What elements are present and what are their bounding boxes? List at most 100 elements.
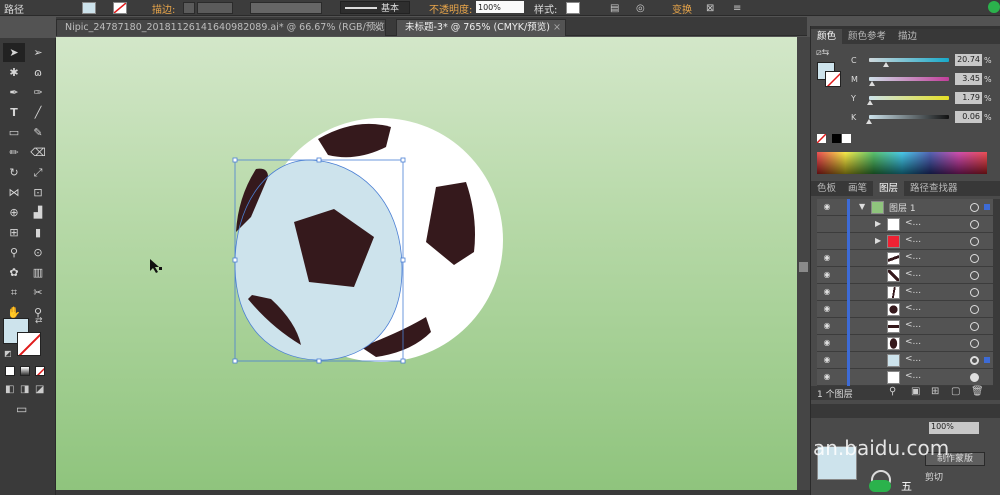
draw-behind-icon[interactable]: ◨ <box>20 384 29 395</box>
eraser-tool-icon[interactable]: ⌫ <box>27 143 49 162</box>
free-transform-tool-icon[interactable]: ⊡ <box>27 183 49 202</box>
artboard-canvas[interactable] <box>56 37 797 490</box>
target-icon[interactable] <box>970 339 979 348</box>
tab-swatches[interactable]: 色板 <box>811 181 842 196</box>
layer-row[interactable]: ◉ <... <box>817 267 993 284</box>
width-tool-icon[interactable]: ⋈ <box>3 183 25 202</box>
none-mode-icon[interactable] <box>35 366 45 376</box>
type-tool-icon[interactable]: T <box>3 103 25 122</box>
color-spectrum[interactable] <box>817 152 987 174</box>
target-icon[interactable] <box>970 271 979 280</box>
symbol-sprayer-tool-icon[interactable]: ✿ <box>3 263 25 282</box>
new-sublayer-icon[interactable]: ⊞ <box>931 386 939 397</box>
visibility-eye-icon[interactable]: ◉ <box>821 287 833 297</box>
target-icon[interactable] <box>970 373 979 382</box>
slice-tool-icon[interactable]: ✂ <box>27 283 49 302</box>
target-icon[interactable] <box>970 288 979 297</box>
locate-object-icon[interactable]: ⚲ <box>889 386 896 397</box>
stroke-weight-stepper[interactable] <box>183 1 195 15</box>
target-icon[interactable] <box>970 322 979 331</box>
pencil-tool-icon[interactable]: ✏ <box>3 143 25 162</box>
lasso-tool-icon[interactable]: ɷ <box>27 63 49 82</box>
white-color-swatch[interactable] <box>842 134 851 143</box>
target-icon[interactable] <box>970 356 979 365</box>
black-slider[interactable] <box>866 115 949 124</box>
tab-stroke[interactable]: 描边 <box>892 29 923 44</box>
shape-builder-tool-icon[interactable]: ⊕ <box>3 203 25 222</box>
layer-row[interactable]: ▶ <... <box>817 233 993 250</box>
delete-layer-icon[interactable]: 🗑 <box>971 386 984 397</box>
magenta-slider[interactable] <box>868 77 949 86</box>
stroke-style-select[interactable]: 基本 <box>340 1 410 14</box>
selection-tool-icon[interactable]: ➤ <box>3 43 25 62</box>
panel-menu-icon[interactable]: ≡ <box>733 1 741 15</box>
layer-name[interactable]: 图层 1 <box>889 201 916 214</box>
black-color-swatch[interactable] <box>832 134 841 143</box>
rectangle-tool-icon[interactable]: ▭ <box>3 123 25 142</box>
artboard-tool-icon[interactable]: ⌗ <box>3 283 25 302</box>
transform-label[interactable]: 变换 <box>672 1 692 16</box>
color-panel-stroke-swatch[interactable] <box>825 71 841 87</box>
layer-row-parent[interactable]: ◉ ▼ 图层 1 <box>817 199 993 216</box>
gradient-tool-icon[interactable]: ▮ <box>27 223 49 242</box>
expand-triangle-icon[interactable]: ▶ <box>875 219 881 228</box>
yellow-value-field[interactable]: 1.79 <box>955 92 982 104</box>
visibility-eye-icon[interactable]: ◉ <box>821 253 833 263</box>
direct-selection-tool-icon[interactable]: ➢ <box>27 43 49 62</box>
magenta-value-field[interactable]: 3.45 <box>955 73 982 85</box>
layer-row[interactable]: ▶ <... <box>817 216 993 233</box>
eyedropper-tool-icon[interactable]: ⚲ <box>3 243 25 262</box>
document-setup-icon[interactable]: ▤ <box>610 1 619 15</box>
cyan-slider-thumb[interactable] <box>882 62 889 67</box>
yellow-slider-thumb[interactable] <box>867 100 874 105</box>
layer-row[interactable]: ◉ <... <box>817 250 993 267</box>
pen-tool-icon[interactable]: ✒ <box>3 83 25 102</box>
opacity-field[interactable]: 100% <box>476 1 524 13</box>
blend-tool-icon[interactable]: ⊙ <box>27 243 49 262</box>
collapse-triangle-icon[interactable]: ▼ <box>859 202 865 211</box>
magenta-slider-thumb[interactable] <box>868 81 875 86</box>
visibility-eye-icon[interactable]: ◉ <box>821 321 833 331</box>
selection-indicator[interactable] <box>984 357 990 363</box>
visibility-eye-icon[interactable]: ◉ <box>821 338 833 348</box>
rotate-tool-icon[interactable]: ↻ <box>3 163 25 182</box>
layer-row[interactable]: ◉ <... <box>817 369 993 386</box>
vertical-scroll-thumb[interactable] <box>799 262 808 272</box>
cyan-value-field[interactable]: 20.74 <box>955 54 982 66</box>
target-icon[interactable] <box>970 305 979 314</box>
expand-triangle-icon[interactable]: ▶ <box>875 236 881 245</box>
scale-tool-icon[interactable]: ⤢ <box>27 163 49 182</box>
variable-width-profile[interactable] <box>250 1 322 15</box>
curvature-tool-icon[interactable]: ✑ <box>27 83 49 102</box>
perspective-grid-tool-icon[interactable]: ▟ <box>27 203 49 222</box>
vertical-scrollbar[interactable] <box>797 37 810 490</box>
make-clipping-mask-icon[interactable]: ▣ <box>911 386 920 397</box>
default-colors-icon[interactable]: ◩ <box>4 349 12 358</box>
tab-color-guide[interactable]: 颜色参考 <box>842 29 892 44</box>
black-value-field[interactable]: 0.06 <box>955 111 982 123</box>
tab-color[interactable]: 颜色 <box>811 29 843 44</box>
graphic-style-swatch[interactable] <box>566 1 580 15</box>
stroke-label[interactable]: 描边: <box>152 1 175 16</box>
tab-brushes[interactable]: 画笔 <box>842 181 873 196</box>
draw-inside-icon[interactable]: ◪ <box>35 384 44 395</box>
layer-target-icon[interactable] <box>970 203 979 212</box>
target-icon[interactable] <box>970 254 979 263</box>
swap-fill-stroke-icon[interactable]: ⇄ <box>35 316 43 326</box>
paintbrush-tool-icon[interactable]: ✎ <box>27 123 49 142</box>
none-color-swatch[interactable] <box>817 134 826 143</box>
close-icon[interactable]: × <box>553 20 561 36</box>
layer-row[interactable]: ◉ <... <box>817 284 993 301</box>
visibility-eye-icon[interactable]: ◉ <box>821 304 833 314</box>
horizontal-scrollbar[interactable] <box>56 490 810 495</box>
target-icon[interactable] <box>970 220 979 229</box>
target-icon[interactable] <box>970 237 979 246</box>
layer-row[interactable]: ◉ <... <box>817 318 993 335</box>
visibility-eye-icon[interactable]: ◉ <box>821 372 833 382</box>
draw-normal-icon[interactable]: ◧ <box>5 384 14 395</box>
clip-checkbox-label[interactable]: 剪切 <box>925 470 943 483</box>
close-icon[interactable]: × <box>373 20 381 36</box>
tab-layers[interactable]: 图层 <box>873 181 905 196</box>
mesh-tool-icon[interactable]: ⊞ <box>3 223 25 242</box>
screen-mode-icon[interactable]: ▭ <box>16 402 27 416</box>
